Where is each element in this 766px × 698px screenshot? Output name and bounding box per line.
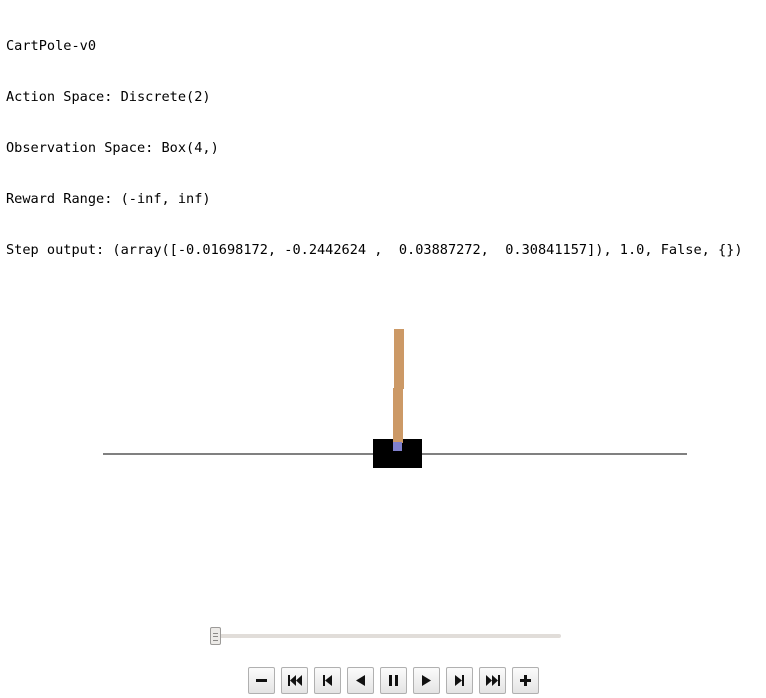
frame-slider-handle[interactable] (210, 627, 221, 645)
observation-space-line: Observation Space: Box(4,) (6, 140, 219, 156)
slower-button[interactable] (248, 667, 275, 694)
env-name-line: CartPole-v0 (6, 38, 97, 54)
first-frame-button[interactable] (281, 667, 308, 694)
last-frame-button[interactable] (479, 667, 506, 694)
frame-slider-track[interactable] (216, 634, 561, 638)
reward-range-line: Reward Range: (-inf, inf) (6, 191, 211, 207)
pause-button[interactable] (380, 667, 407, 694)
console-output: CartPole-v0 Action Space: Discrete(2) Ob… (6, 4, 743, 276)
pause-icon (389, 675, 398, 686)
cart (373, 439, 422, 468)
play-icon (422, 675, 431, 686)
axle (393, 442, 402, 451)
play-button[interactable] (413, 667, 440, 694)
pole (393, 329, 404, 443)
animation-controls (248, 667, 543, 694)
step-forward-icon (455, 675, 464, 686)
play-reverse-button[interactable] (347, 667, 374, 694)
previous-frame-button[interactable] (314, 667, 341, 694)
skip-to-start-icon (287, 675, 302, 686)
action-space-line: Action Space: Discrete(2) (6, 89, 211, 105)
faster-button[interactable] (512, 667, 539, 694)
step-output-line: Step output: (array([-0.01698172, -0.244… (6, 242, 743, 258)
play-reverse-icon (356, 675, 365, 686)
minus-icon (256, 679, 267, 682)
next-frame-button[interactable] (446, 667, 473, 694)
skip-to-end-icon (485, 675, 500, 686)
plus-icon (520, 675, 531, 686)
step-back-icon (323, 675, 332, 686)
